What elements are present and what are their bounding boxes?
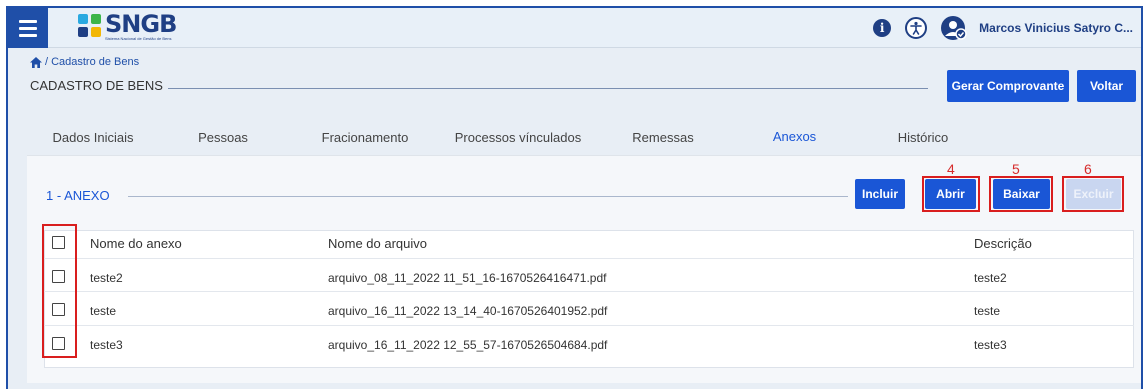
user-icon[interactable] [941,16,967,40]
table-cell-nome-anexo: teste2 [90,271,123,285]
column-header-descricao[interactable]: Descrição [974,236,1032,251]
tab-remessas[interactable]: Remessas [608,116,718,158]
table-row-divider [44,325,1134,326]
table-cell-descricao: teste2 [974,271,1007,285]
table-cell-nome-anexo: teste3 [90,338,123,352]
logo-subtitle: Sistema Nacional de Gestão de Bens [105,36,172,41]
accessibility-icon[interactable] [905,17,928,39]
highlight-excluir [1062,176,1124,212]
tab-fracionamento[interactable]: Fracionamento [300,116,430,158]
title-divider [168,88,928,89]
info-icon[interactable]: i [873,19,892,37]
table-cell-descricao: teste3 [974,338,1007,352]
menu-icon[interactable] [8,8,48,48]
voltar-button[interactable]: Voltar [1077,70,1136,102]
header-actions: i Marcos Vinicius Satyro C... [873,16,1133,40]
page-title: CADASTRO DE BENS [30,78,163,93]
highlight-baixar [989,176,1053,212]
tab-processos-vinculados[interactable]: Processos vínculados [438,116,598,158]
table-cell-nome-arquivo[interactable]: arquivo_16_11_2022 13_14_40-167052640195… [328,304,607,318]
logo: SNGB Sistema Nacional de Gestão de Bens [78,10,177,44]
highlight-abrir [922,176,980,212]
incluir-button[interactable]: Incluir [855,179,905,209]
breadcrumb: / Cadastro de Bens [30,56,139,68]
tab-dados-iniciais[interactable]: Dados Iniciais [28,116,158,158]
highlight-checkboxes [42,224,77,358]
gerar-comprovante-button[interactable]: Gerar Comprovante [947,70,1069,102]
table-row-divider [44,291,1134,292]
breadcrumb-current[interactable]: Cadastro de Bens [51,56,139,68]
annotation-6: 6 [1084,161,1092,177]
section-title: 1 - ANEXO [46,188,110,203]
annotation-5: 5 [1012,161,1020,177]
table-cell-nome-arquivo[interactable]: arquivo_08_11_2022 11_51_16-167052641647… [328,271,606,285]
column-header-nome-arquivo[interactable]: Nome do arquivo [328,236,427,251]
logo-mark-icon [78,14,102,38]
logo-text: SNGB [105,10,177,38]
tab-historico[interactable]: Histórico [868,116,978,158]
table-cell-descricao: teste [974,304,1001,318]
tab-anexos[interactable]: Anexos [728,116,861,158]
home-icon[interactable] [30,56,42,68]
column-header-nome-anexo[interactable]: Nome do anexo [90,236,182,251]
section-divider [128,196,848,197]
app-frame: SNGB Sistema Nacional de Gestão de Bens … [6,6,1143,389]
table-cell-nome-arquivo[interactable]: arquivo_16_11_2022 12_55_57-167052650468… [328,338,607,352]
table-cell-nome-anexo: teste [90,304,117,318]
annotation-4: 4 [947,161,955,177]
table-row-divider [44,258,1134,259]
tab-pessoas[interactable]: Pessoas [173,116,273,158]
breadcrumb-separator: / [45,56,49,68]
user-name[interactable]: Marcos Vinicius Satyro C... [979,21,1133,35]
top-bar: SNGB Sistema Nacional de Gestão de Bens … [8,8,1141,48]
